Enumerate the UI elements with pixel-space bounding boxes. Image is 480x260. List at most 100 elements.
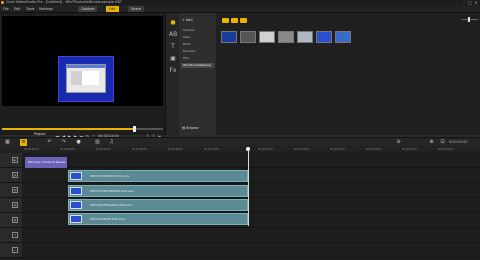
folder-transition[interactable]: Transition [181, 49, 214, 54]
track-header[interactable]: ▤ [0, 213, 22, 228]
video-clip[interactable]: WIN7-HOME-PREMIUM-DVD.wmv [68, 185, 248, 197]
video-clip[interactable]: WIN7-ULTIMATE-DVD.wmv [68, 213, 248, 225]
thumbnail[interactable] [240, 31, 256, 43]
ruler-tick: 00:00:04:00 [96, 148, 111, 151]
menu-settings[interactable]: Settings [39, 6, 53, 12]
zoom-out-icon[interactable]: ⊖ [395, 139, 402, 146]
clip-name: WIN7-HOME-BASIC-DVD.wmv [90, 174, 130, 178]
tab-capture[interactable]: Capture [78, 6, 98, 12]
redo-icon[interactable]: ↷ [60, 139, 67, 146]
menu-file[interactable]: File [3, 6, 9, 12]
timeline-view-icon[interactable]: ≡ [20, 139, 27, 146]
folder-samples[interactable]: Samples [181, 28, 214, 33]
show-videos-icon[interactable] [222, 18, 229, 23]
ruler-tick: 00:00:02:00 [60, 148, 75, 151]
menu-bar: File Edit Tools Settings Capture Edit Sh… [0, 5, 480, 13]
clip-thumbnail [70, 172, 82, 180]
ruler-tick: 00:00:20:00 [402, 148, 417, 151]
clip-name: WIN7-ULTIMATE-DVD.wmv [90, 217, 126, 221]
clip-thumbnail [70, 215, 82, 223]
scrubber-handle[interactable] [133, 126, 137, 132]
zoom-in-icon[interactable]: ⊕ [428, 139, 435, 146]
library-thumbnails [216, 13, 480, 135]
menu-edit[interactable]: Edit [14, 6, 21, 12]
overlay-track-icon: ▤ [12, 217, 18, 223]
filter-icon[interactable]: Fx [169, 67, 177, 74]
app-icon [1, 1, 4, 4]
clip-thumbnail [70, 187, 82, 195]
fit-project-icon[interactable]: ⊡ [439, 139, 446, 146]
show-audio-icon[interactable] [240, 18, 247, 23]
thumbnail[interactable] [297, 31, 313, 43]
auto-music-icon[interactable]: ♫ [108, 139, 115, 146]
menu-tools[interactable]: Tools [26, 6, 34, 12]
scrubber-fill [2, 128, 135, 130]
track-header[interactable]: ♪ [0, 243, 22, 258]
add-folder-label: Add [185, 18, 193, 22]
thumbnail-zoom-slider[interactable] [462, 19, 478, 20]
ruler-tick: 00:00:00:00 [24, 148, 39, 151]
preview-frame [58, 56, 114, 102]
project-duration: 0:00:15:00 [449, 140, 468, 144]
ruler-tick: 00:00:08:00 [168, 148, 183, 151]
graphic-icon[interactable]: ▣ [169, 55, 177, 62]
track-lane[interactable] [22, 153, 480, 168]
record-icon[interactable]: ● [75, 139, 82, 146]
track-header[interactable]: ▶ [0, 153, 22, 168]
mixer-icon[interactable]: ▥ [94, 139, 101, 146]
project-mode-label[interactable]: Project [34, 132, 46, 136]
media-icon[interactable]: ● [169, 19, 177, 26]
ruler-tick: 00:00:14:00 [294, 148, 309, 151]
thumbnail[interactable] [316, 31, 332, 43]
overlay-track-icon: ▤ [12, 172, 18, 178]
video-clip[interactable]: WIN7-HOME-BASIC-DVD.wmv [68, 170, 248, 182]
overlay-track-icon: ▤ [12, 202, 18, 208]
title-icon[interactable]: T [169, 43, 177, 50]
title-track-icon: T [12, 232, 18, 238]
thumbnail[interactable] [278, 31, 294, 43]
timeline-ruler[interactable]: 00:00:00:00 00:00:02:00 00:00:04:00 00:0… [0, 146, 480, 153]
thumbnail[interactable] [259, 31, 275, 43]
ruler-tick: 00:00:16:00 [330, 148, 345, 151]
overlay-track-icon: ▤ [12, 187, 18, 193]
timeline-toolbar: ▦ ≡ ↶ ↷ ● ▥ ♫ ⊖ ⊕ ⊡ 0:00:15:00 [0, 137, 480, 146]
browse-button[interactable]: ▤ Browse [182, 126, 199, 130]
track-header[interactable]: ▤ [0, 168, 22, 183]
storyboard-view-icon[interactable]: ▦ [4, 139, 11, 146]
track-lane[interactable] [22, 243, 480, 258]
library-nav: ● AB T ▣ Fx [165, 13, 179, 135]
ruler-tick: 00:00:10:00 [204, 148, 219, 151]
tab-share[interactable]: Share [128, 6, 144, 12]
tab-edit[interactable]: Edit [106, 6, 119, 12]
track-header[interactable]: ▤ [0, 198, 22, 213]
thumbnail[interactable] [335, 31, 351, 43]
show-photos-icon[interactable] [231, 18, 238, 23]
title-clip[interactable]: Windows 7 Products Review [25, 157, 67, 168]
folder-photo[interactable]: Photo [181, 42, 214, 47]
music-track-icon: ♪ [12, 247, 18, 253]
track-lane[interactable] [22, 228, 480, 243]
add-folder-button[interactable]: + Add [182, 18, 193, 22]
playhead-line [248, 150, 249, 226]
scrubber[interactable] [2, 126, 163, 132]
video-track-icon: ▶ [12, 157, 18, 163]
video-clip[interactable]: WIN7-PROFESSIONAL-DVD.wmv [68, 199, 248, 211]
track-header[interactable]: ▤ [0, 183, 22, 198]
undo-icon[interactable]: ↶ [46, 139, 53, 146]
folder-video[interactable]: Video [181, 35, 214, 40]
thumbnail-zoom-handle[interactable] [468, 17, 470, 22]
transition-icon[interactable]: AB [169, 31, 177, 38]
browse-label: Browse [186, 126, 199, 130]
folder-win7productsreview[interactable]: Win7ProductsReview [181, 63, 214, 68]
preview-panel: Project Clip ⏮ ◀ ▶ ▶ ⏭ ↻ ♪ 00:00:15:00 [… [0, 13, 165, 141]
clip-thumbnail [70, 201, 82, 209]
clip-name: WIN7-HOME-PREMIUM-DVD.wmv [90, 189, 135, 193]
library-folders: + Add Samples Video Photo Transition Tit… [179, 13, 216, 135]
folder-title[interactable]: Title [181, 56, 214, 61]
thumbnail[interactable] [221, 31, 237, 43]
ruler-tick: 00:00:12:00 [258, 148, 273, 151]
track-header[interactable]: T [0, 228, 22, 243]
ruler-tick: 00:00:06:00 [132, 148, 147, 151]
clip-name: WIN7-PROFESSIONAL-DVD.wmv [90, 203, 133, 207]
preview-screen[interactable] [2, 16, 163, 106]
